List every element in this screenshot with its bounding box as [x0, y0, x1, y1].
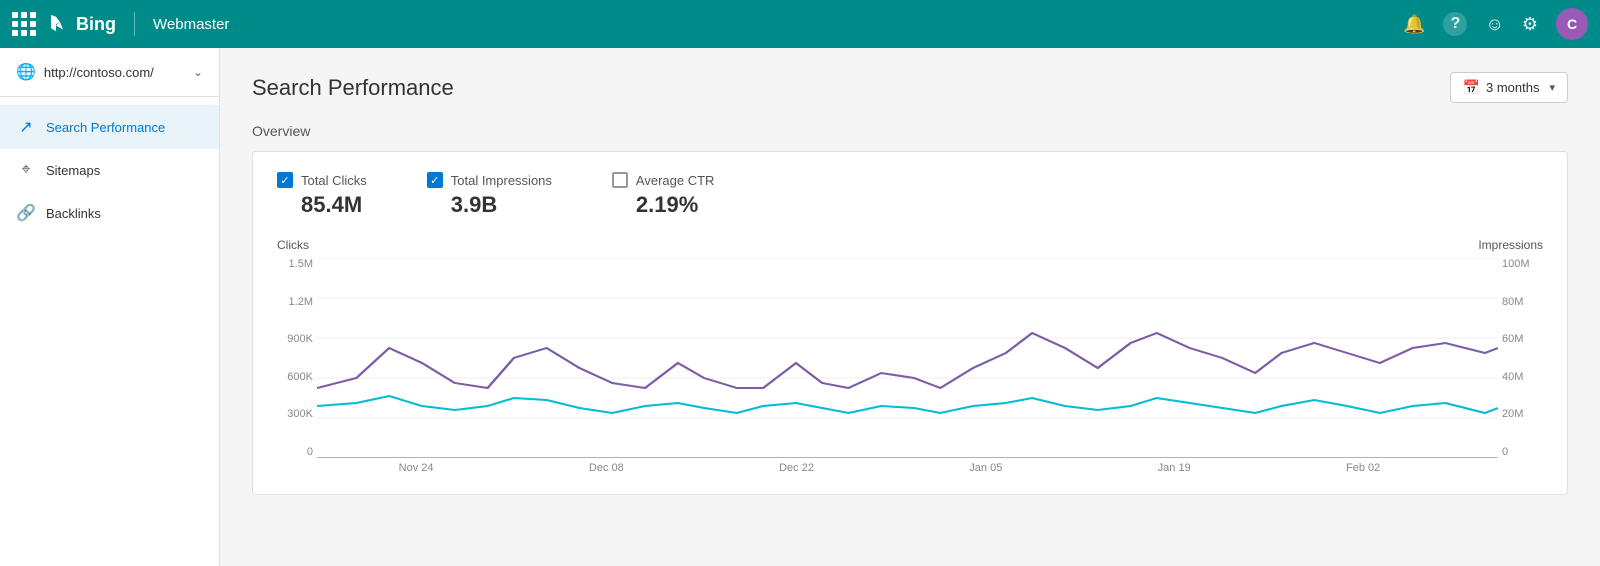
sidebar-item-label: Sitemaps [46, 163, 100, 178]
sidebar-item-sitemaps[interactable]: ⌖ Sitemaps [0, 149, 219, 191]
x-label-jan19: Jan 19 [1158, 462, 1191, 474]
site-url-selector[interactable]: 🌐 http://contoso.com/ ⌄ [0, 48, 219, 97]
sidebar-item-backlinks[interactable]: 🔗 Backlinks [0, 191, 219, 235]
sidebar: 🌐 http://contoso.com/ ⌄ ↗ Search Perform… [0, 48, 220, 566]
page-header: Search Performance 📅 3 months ▾ [252, 72, 1568, 103]
page-title: Search Performance [252, 75, 454, 101]
sidebar-navigation: ↗ Search Performance ⌖ Sitemaps 🔗 Backli… [0, 97, 219, 243]
y-left-300k: 300K [287, 408, 313, 420]
y-right-60m: 60M [1502, 333, 1523, 345]
y-left-0: 0 [307, 446, 313, 458]
y-left-1.2m: 1.2M [289, 296, 313, 308]
backlinks-icon: 🔗 [16, 203, 36, 223]
trending-icon: ↗ [16, 117, 36, 137]
y-axis-right-label: Impressions [1478, 238, 1543, 252]
app-launcher-icon[interactable] [12, 12, 36, 36]
average-ctr-checkbox[interactable] [612, 172, 628, 188]
notification-bell-icon[interactable]: 🔔 [1403, 14, 1425, 35]
total-impressions-value: 3.9B [451, 192, 552, 218]
average-ctr-value: 2.19% [636, 192, 715, 218]
sidebar-item-label: Backlinks [46, 206, 101, 221]
sitemap-icon: ⌖ [16, 161, 36, 179]
settings-icon[interactable]: ⚙ [1522, 14, 1538, 35]
chevron-down-icon: ⌄ [193, 65, 203, 79]
sidebar-item-search-performance[interactable]: ↗ Search Performance [0, 105, 219, 149]
metric-total-clicks: ✓ Total Clicks 85.4M [277, 172, 367, 218]
average-ctr-label: Average CTR [636, 173, 715, 188]
y-right-80m: 80M [1502, 296, 1523, 308]
metric-average-ctr: Average CTR 2.19% [612, 172, 715, 218]
metric-total-impressions: ✓ Total Impressions 3.9B [427, 172, 552, 218]
sidebar-item-label: Search Performance [46, 120, 165, 135]
performance-chart: Clicks Impressions 1.5M 1.2M 900K 600K 3… [277, 238, 1543, 474]
user-avatar[interactable]: C [1556, 8, 1588, 40]
y-right-40m: 40M [1502, 371, 1523, 383]
chevron-down-icon: ▾ [1549, 81, 1555, 94]
bing-logo: Bing [46, 12, 116, 36]
metrics-row: ✓ Total Clicks 85.4M ✓ Total Impressions… [277, 172, 1543, 218]
y-right-20m: 20M [1502, 408, 1523, 420]
y-right-100m: 100M [1502, 258, 1530, 270]
date-filter-value: 3 months [1486, 80, 1539, 95]
total-clicks-checkbox[interactable]: ✓ [277, 172, 293, 188]
main-content: Search Performance 📅 3 months ▾ Overview… [220, 48, 1600, 566]
date-filter-dropdown[interactable]: 📅 3 months ▾ [1450, 72, 1568, 103]
total-impressions-label: Total Impressions [451, 173, 552, 188]
overview-label: Overview [252, 123, 1568, 139]
app-title: Webmaster [153, 16, 229, 33]
main-layout: 🌐 http://contoso.com/ ⌄ ↗ Search Perform… [0, 48, 1600, 566]
x-label-nov24: Nov 24 [399, 462, 434, 474]
y-axis-left-label: Clicks [277, 238, 309, 252]
total-impressions-checkbox[interactable]: ✓ [427, 172, 443, 188]
feedback-icon[interactable]: ☺ [1485, 14, 1503, 35]
help-icon[interactable]: ? [1443, 12, 1467, 36]
chart-svg [317, 258, 1498, 458]
calendar-icon: 📅 [1463, 79, 1480, 96]
nav-divider [134, 12, 135, 36]
top-navigation: Bing Webmaster 🔔 ? ☺ ⚙ C [0, 0, 1600, 48]
globe-icon: 🌐 [16, 62, 36, 82]
x-label-dec22: Dec 22 [779, 462, 814, 474]
overview-chart-card: ✓ Total Clicks 85.4M ✓ Total Impressions… [252, 151, 1568, 495]
x-label-dec08: Dec 08 [589, 462, 624, 474]
y-left-600k: 600K [287, 371, 313, 383]
x-label-jan05: Jan 05 [969, 462, 1002, 474]
y-left-1.5m: 1.5M [289, 258, 313, 270]
x-label-feb02: Feb 02 [1346, 462, 1380, 474]
site-url: http://contoso.com/ [44, 65, 185, 80]
total-clicks-value: 85.4M [301, 192, 367, 218]
y-right-0: 0 [1502, 446, 1508, 458]
total-clicks-label: Total Clicks [301, 173, 367, 188]
y-left-900k: 900K [287, 333, 313, 345]
